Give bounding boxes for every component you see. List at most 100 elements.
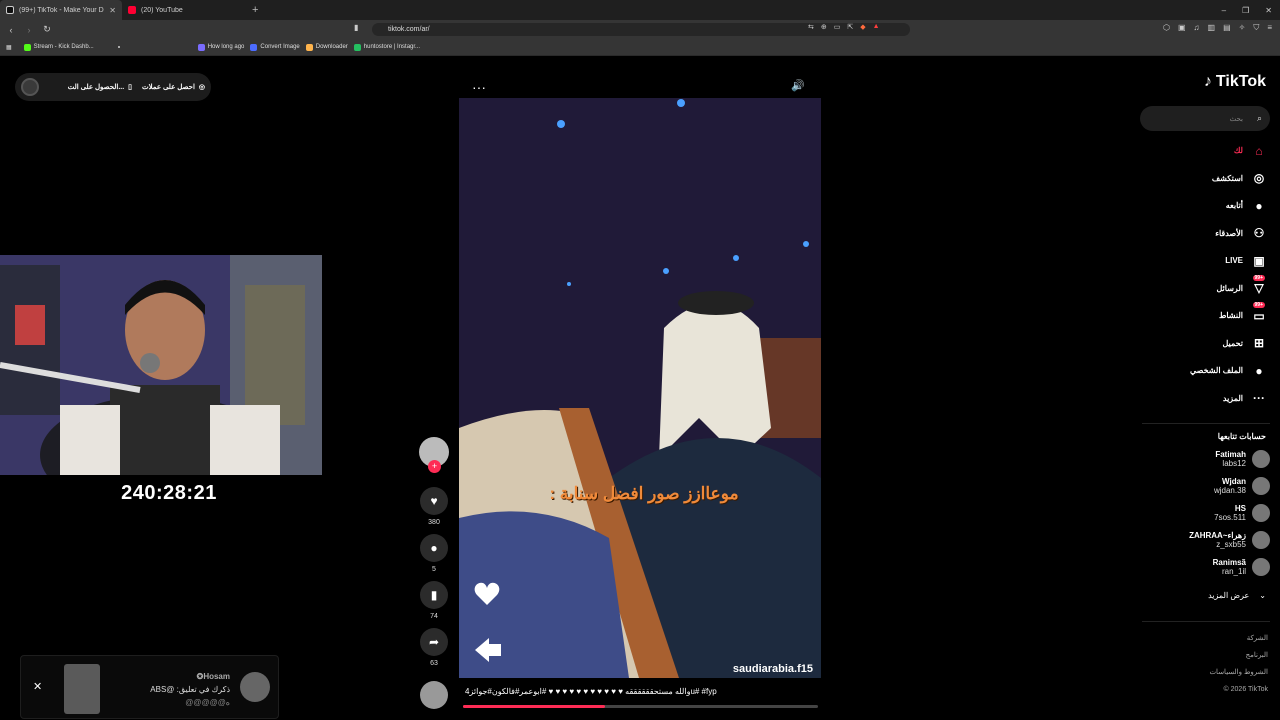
sidebar-item-9[interactable]: ··· المزيد bbox=[1137, 385, 1267, 413]
apps-icon[interactable]: ▦ bbox=[6, 44, 12, 51]
menu-icon[interactable]: ≡ bbox=[1267, 23, 1272, 33]
account-names: ZAHRAA~زهراء z_sxb55 bbox=[1189, 531, 1246, 549]
following-account[interactable]: ZAHRAA~زهراء z_sxb55 bbox=[1189, 531, 1270, 549]
tiktok-icon[interactable] bbox=[117, 46, 120, 48]
back-icon[interactable]: ‹ bbox=[4, 25, 18, 35]
huntostore-icon bbox=[353, 43, 361, 51]
bookmark-icon[interactable]: ▮ bbox=[354, 23, 358, 32]
avatar[interactable] bbox=[21, 78, 39, 96]
sidebar-item-0[interactable]: ⌂ لك bbox=[1137, 137, 1267, 165]
vpn-icon[interactable]: ⛉ bbox=[1253, 23, 1259, 33]
sound-icon[interactable]: 🔊 bbox=[791, 79, 805, 92]
save-button[interactable]: ▮ bbox=[420, 581, 448, 609]
search-input[interactable]: بحث ⌕ bbox=[1140, 106, 1270, 131]
notification-toast[interactable]: ✕ Hosam✪ ذكرك في تعليق: @ABS ه@@@@@ bbox=[20, 655, 279, 719]
notification-avatar[interactable] bbox=[240, 672, 270, 702]
following-account[interactable]: Fatimah labs12 bbox=[1215, 450, 1270, 468]
footer-link-program[interactable]: البرنامج bbox=[1209, 647, 1268, 664]
notification-thumbnail[interactable] bbox=[64, 664, 100, 714]
home-icon: ⌂ bbox=[1255, 143, 1263, 158]
avatar bbox=[1252, 450, 1270, 468]
close-tab-icon[interactable]: ✕ bbox=[109, 6, 116, 15]
sidebar-item-7[interactable]: ⊞ تحميل bbox=[1137, 330, 1267, 358]
maximize-button[interactable]: ❐ bbox=[1242, 6, 1249, 15]
sidebar-item-4[interactable]: ▣ LIVE bbox=[1137, 247, 1267, 275]
sidebar-nav: ⌂ لك ◎ استكشف ● أتابعه ⚇ الأصدقاء ▣ LIVE ▽ +99 الرسا… bbox=[1137, 137, 1267, 412]
account-name: Fatimah bbox=[1215, 450, 1246, 459]
profile-icon: ● bbox=[1255, 363, 1263, 378]
search-icon[interactable]: ⌕ bbox=[1257, 113, 1262, 124]
more-options-icon[interactable]: ··· bbox=[472, 79, 486, 95]
chevron-down-icon: ⌄ bbox=[1259, 591, 1266, 600]
creator-avatar[interactable]: + bbox=[419, 437, 449, 473]
bookmark-item[interactable]: huntostore | Instagr... bbox=[353, 43, 420, 51]
extension-icon[interactable]: ⬡ bbox=[1163, 23, 1170, 33]
following-account[interactable]: Ranimsã ran_1il bbox=[1213, 558, 1270, 576]
sidebar-icon[interactable]: ▥ bbox=[1208, 23, 1216, 33]
bookmark-save-icon: ▮ bbox=[430, 588, 438, 602]
brave-shield-icon[interactable]: ◆ bbox=[860, 23, 865, 31]
search-placeholder: بحث bbox=[1229, 115, 1243, 123]
share-icon[interactable]: ⇱ bbox=[847, 23, 853, 31]
following-account[interactable]: HS 7sos.511 bbox=[1214, 504, 1270, 522]
link-icon bbox=[197, 43, 205, 51]
bookmarks-bar: ▦ Stream - Kick Dashb... How long ago Co… bbox=[0, 39, 1280, 56]
forward-icon[interactable]: › bbox=[22, 25, 36, 35]
tab-title: (99+) TikTok - Make Your Day bbox=[19, 6, 105, 14]
footer-link-company[interactable]: الشركة bbox=[1209, 630, 1268, 647]
wallet-icon[interactable]: ▤ bbox=[1223, 23, 1231, 33]
new-tab-button[interactable]: + bbox=[244, 4, 266, 16]
cast-icon[interactable]: ▭ bbox=[834, 23, 841, 31]
music-disc-avatar[interactable] bbox=[420, 681, 448, 709]
convert-icon bbox=[250, 43, 258, 51]
sidebar-item-3[interactable]: ⚇ الأصدقاء bbox=[1137, 220, 1267, 248]
account-names: Ranimsã ran_1il bbox=[1213, 558, 1246, 576]
divider bbox=[1142, 423, 1270, 424]
bookmark-item[interactable]: Convert Image bbox=[250, 43, 300, 51]
bookmark-item[interactable]: How long ago bbox=[197, 43, 244, 51]
activity-icon: ▭ bbox=[1253, 308, 1265, 323]
account-handle: 7sos.511 bbox=[1214, 513, 1246, 522]
video-player[interactable]: موعاازز صور افضل سنابة : saudiarabia.f15 bbox=[459, 98, 821, 678]
video-progress-bar[interactable] bbox=[463, 705, 818, 708]
messages-icon: ▽ bbox=[1254, 281, 1264, 296]
rewards-icon[interactable]: ▲ bbox=[873, 23, 880, 31]
video-watermark: saudiarabia.f15 bbox=[732, 663, 813, 675]
coin-icon: ◎ bbox=[198, 84, 205, 91]
sidebar-item-2[interactable]: ● أتابعه bbox=[1137, 192, 1267, 220]
close-icon[interactable]: ✕ bbox=[33, 680, 42, 693]
footer-link-terms[interactable]: الشروط والسياسات bbox=[1209, 664, 1268, 681]
get-app-link[interactable]: الحصول على الت... ▯ bbox=[68, 83, 132, 91]
ai-icon[interactable]: ✧ bbox=[1239, 23, 1246, 33]
sidebar-item-label: النشاط bbox=[1218, 311, 1243, 321]
video-description[interactable]: والله مستحققققققه ♥ ♥ ♥ ♥ ♥ ♥ ♥ ♥ ♥ ♥ ♥ … bbox=[465, 687, 817, 696]
get-coins-link[interactable]: احصل على عملات ◎ bbox=[142, 83, 205, 91]
bookmark-item[interactable]: Downloader bbox=[305, 43, 348, 51]
see-more-button[interactable]: ⌄ عرض المزيد bbox=[1208, 591, 1266, 600]
minimize-button[interactable]: – bbox=[1222, 6, 1226, 15]
follow-plus-icon[interactable]: + bbox=[428, 460, 441, 473]
notification-user: Hosam✪ bbox=[196, 672, 230, 681]
tiktok-logo[interactable]: ♪ TikTok bbox=[1204, 73, 1266, 91]
reload-icon[interactable]: ↻ bbox=[40, 24, 54, 35]
translate-icon[interactable]: ⇆ bbox=[808, 23, 814, 31]
sidebar-item-1[interactable]: ◎ استكشف bbox=[1137, 165, 1267, 193]
screenshot-icon[interactable]: ▣ bbox=[1178, 23, 1186, 33]
sidebar-item-5[interactable]: ▽ +99 الرسائل bbox=[1137, 274, 1267, 303]
tab-tiktok[interactable]: (99+) TikTok - Make Your Day ✕ bbox=[0, 0, 122, 20]
music-icon[interactable]: ♫ bbox=[1194, 23, 1200, 33]
bookmark-item[interactable]: Stream - Kick Dashb... bbox=[23, 43, 94, 51]
sidebar-item-label: لك bbox=[1233, 146, 1243, 156]
account-names: Wjdan wjdan.38 bbox=[1214, 477, 1246, 495]
tab-youtube[interactable]: (20) YouTube bbox=[122, 0, 244, 20]
account-names: HS 7sos.511 bbox=[1214, 504, 1246, 522]
comment-button[interactable]: ● bbox=[420, 534, 448, 562]
get-coins-label: احصل على عملات bbox=[142, 84, 195, 91]
share-button[interactable]: ➦ bbox=[420, 628, 448, 656]
sidebar-item-6[interactable]: ▭ +99 النشاط bbox=[1137, 302, 1267, 330]
sidebar-item-8[interactable]: ● الملف الشخصي bbox=[1137, 357, 1267, 385]
zoom-icon[interactable]: ⊕ bbox=[821, 23, 827, 31]
following-account[interactable]: Wjdan wjdan.38 bbox=[1214, 477, 1270, 495]
close-window-button[interactable]: ✕ bbox=[1265, 6, 1272, 15]
like-button[interactable]: ♥ bbox=[420, 487, 448, 515]
